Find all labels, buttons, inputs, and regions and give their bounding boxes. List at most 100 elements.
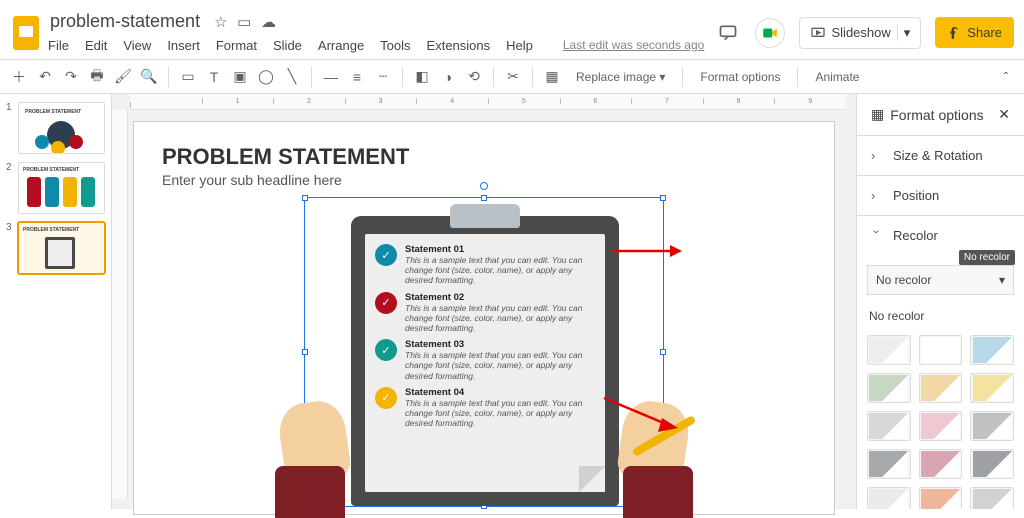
- last-edit-label[interactable]: Last edit was seconds ago: [561, 36, 706, 55]
- section-label: Position: [893, 188, 939, 203]
- menu-extensions[interactable]: Extensions: [425, 36, 493, 55]
- move-icon[interactable]: ▭: [237, 14, 251, 31]
- recolor-dropdown[interactable]: No recolor ▾ No recolor: [867, 265, 1014, 295]
- slideshow-label: Slideshow: [832, 25, 891, 40]
- statement-item: ✓Statement 03This is a sample text that …: [375, 339, 595, 381]
- slide-thumb-2[interactable]: PROBLEM STATEMENT: [18, 162, 105, 214]
- slide-thumb-1[interactable]: PROBLEM STATEMENT: [18, 102, 105, 154]
- menu-slide[interactable]: Slide: [271, 36, 304, 55]
- line-tool[interactable]: ╲: [281, 66, 303, 88]
- border-dash-button[interactable]: ┄: [372, 66, 394, 88]
- resize-handle[interactable]: [302, 349, 308, 355]
- close-icon[interactable]: ✕: [998, 106, 1010, 123]
- canvas-area[interactable]: 123456789 PROBLEM STATEMENT Enter your s…: [112, 94, 856, 509]
- format-options-panel: ▦ Format options ✕ › Size & Rotation › P…: [856, 94, 1024, 509]
- resize-handle[interactable]: [302, 195, 308, 201]
- recolor-swatch[interactable]: [919, 335, 963, 365]
- section-label: Recolor: [893, 228, 938, 243]
- recolor-swatch[interactable]: [919, 487, 963, 509]
- dropdown-tooltip: No recolor: [959, 250, 1015, 265]
- textbox-tool[interactable]: T: [203, 66, 225, 88]
- crop-image-button[interactable]: ✂: [502, 66, 524, 88]
- thumb-number: 2: [6, 162, 14, 214]
- panel-title: Format options: [890, 107, 983, 123]
- recolor-swatch[interactable]: [919, 373, 963, 403]
- slide-title[interactable]: PROBLEM STATEMENT: [162, 144, 409, 170]
- ruler-horizontal[interactable]: 123456789: [130, 94, 846, 110]
- recolor-current-label: No recolor: [857, 305, 1024, 327]
- meet-icon[interactable]: [755, 18, 785, 48]
- image-selection[interactable]: ✓Statement 01This is a sample text that …: [304, 197, 664, 507]
- redo-button[interactable]: ↷: [60, 66, 82, 88]
- chevron-right-icon: ›: [871, 148, 883, 163]
- resize-handle[interactable]: [481, 195, 487, 201]
- border-color-button[interactable]: —: [320, 66, 342, 88]
- animate-button[interactable]: Animate: [806, 65, 868, 89]
- print-button[interactable]: 🖶: [86, 66, 108, 88]
- resize-handle[interactable]: [660, 349, 666, 355]
- thumb-number: 1: [6, 102, 14, 154]
- reset-image-button[interactable]: ⟲: [463, 66, 485, 88]
- recolor-swatch[interactable]: [970, 449, 1014, 479]
- title-action-icons: ☆ ▭ ☁: [214, 13, 282, 31]
- menu-arrange[interactable]: Arrange: [316, 36, 366, 55]
- comment-history-icon[interactable]: [715, 20, 741, 46]
- zoom-button[interactable]: 🔍: [138, 66, 160, 88]
- collapse-toolbar-icon[interactable]: ˆ: [996, 66, 1016, 88]
- recolor-swatch[interactable]: [867, 449, 911, 479]
- share-button[interactable]: Share: [935, 17, 1014, 48]
- format-options-icon: ▦: [871, 106, 884, 123]
- recolor-swatch[interactable]: [970, 411, 1014, 441]
- thumb-number: 3: [6, 222, 14, 274]
- illustration-clipboard: ✓Statement 01This is a sample text that …: [351, 216, 619, 506]
- recolor-swatch-grid: [857, 327, 1024, 509]
- mask-image-button[interactable]: ▦: [541, 66, 563, 88]
- undo-button[interactable]: ↶: [34, 66, 56, 88]
- image-tool[interactable]: ▣: [229, 66, 251, 88]
- menu-edit[interactable]: Edit: [83, 36, 109, 55]
- menu-bar: File Edit View Insert Format Slide Arran…: [46, 33, 706, 55]
- recolor-swatch[interactable]: [919, 449, 963, 479]
- star-icon[interactable]: ☆: [214, 14, 227, 31]
- menu-help[interactable]: Help: [504, 36, 535, 55]
- section-position[interactable]: › Position: [857, 176, 1024, 216]
- slides-logo-icon[interactable]: [8, 15, 44, 51]
- recolor-swatch[interactable]: [867, 335, 911, 365]
- chevron-down-icon: ▾: [897, 25, 911, 41]
- recolor-swatch[interactable]: [867, 373, 911, 403]
- recolor-swatch[interactable]: [867, 487, 911, 509]
- recolor-swatch[interactable]: [970, 373, 1014, 403]
- mask-button[interactable]: ◑: [437, 66, 459, 88]
- recolor-swatch[interactable]: [970, 335, 1014, 365]
- select-tool[interactable]: ▭: [177, 66, 199, 88]
- new-slide-button[interactable]: ＋: [8, 66, 30, 88]
- illustration-hand-right: [603, 392, 693, 512]
- recolor-swatch[interactable]: [867, 411, 911, 441]
- border-weight-button[interactable]: ≡: [346, 66, 368, 88]
- section-label: Size & Rotation: [893, 148, 983, 163]
- section-size-rotation[interactable]: › Size & Rotation: [857, 136, 1024, 176]
- recolor-swatch[interactable]: [919, 411, 963, 441]
- slide-subtitle[interactable]: Enter your sub headline here: [162, 172, 342, 188]
- menu-view[interactable]: View: [121, 36, 153, 55]
- format-options-button[interactable]: Format options: [691, 65, 789, 89]
- replace-image-button[interactable]: Replace image ▾: [567, 65, 674, 89]
- slideshow-button[interactable]: Slideshow ▾: [799, 17, 922, 49]
- slide-canvas[interactable]: PROBLEM STATEMENT Enter your sub headlin…: [134, 122, 834, 514]
- paint-format-button[interactable]: 🖌: [112, 66, 134, 88]
- menu-insert[interactable]: Insert: [165, 36, 202, 55]
- slide-thumb-3[interactable]: PROBLEM STATEMENT: [18, 222, 105, 274]
- chevron-down-icon: ›: [870, 230, 885, 242]
- recolor-swatch[interactable]: [970, 487, 1014, 509]
- document-title[interactable]: problem-statement: [46, 10, 204, 33]
- chevron-right-icon: ›: [871, 188, 883, 203]
- ruler-vertical[interactable]: [112, 110, 128, 499]
- shape-tool[interactable]: ◯: [255, 66, 277, 88]
- resize-handle[interactable]: [660, 195, 666, 201]
- menu-format[interactable]: Format: [214, 36, 259, 55]
- menu-tools[interactable]: Tools: [378, 36, 412, 55]
- cloud-status-icon[interactable]: ☁: [261, 14, 276, 31]
- menu-file[interactable]: File: [46, 36, 71, 55]
- crop-button[interactable]: ◧: [411, 66, 433, 88]
- rotate-handle[interactable]: [480, 182, 488, 190]
